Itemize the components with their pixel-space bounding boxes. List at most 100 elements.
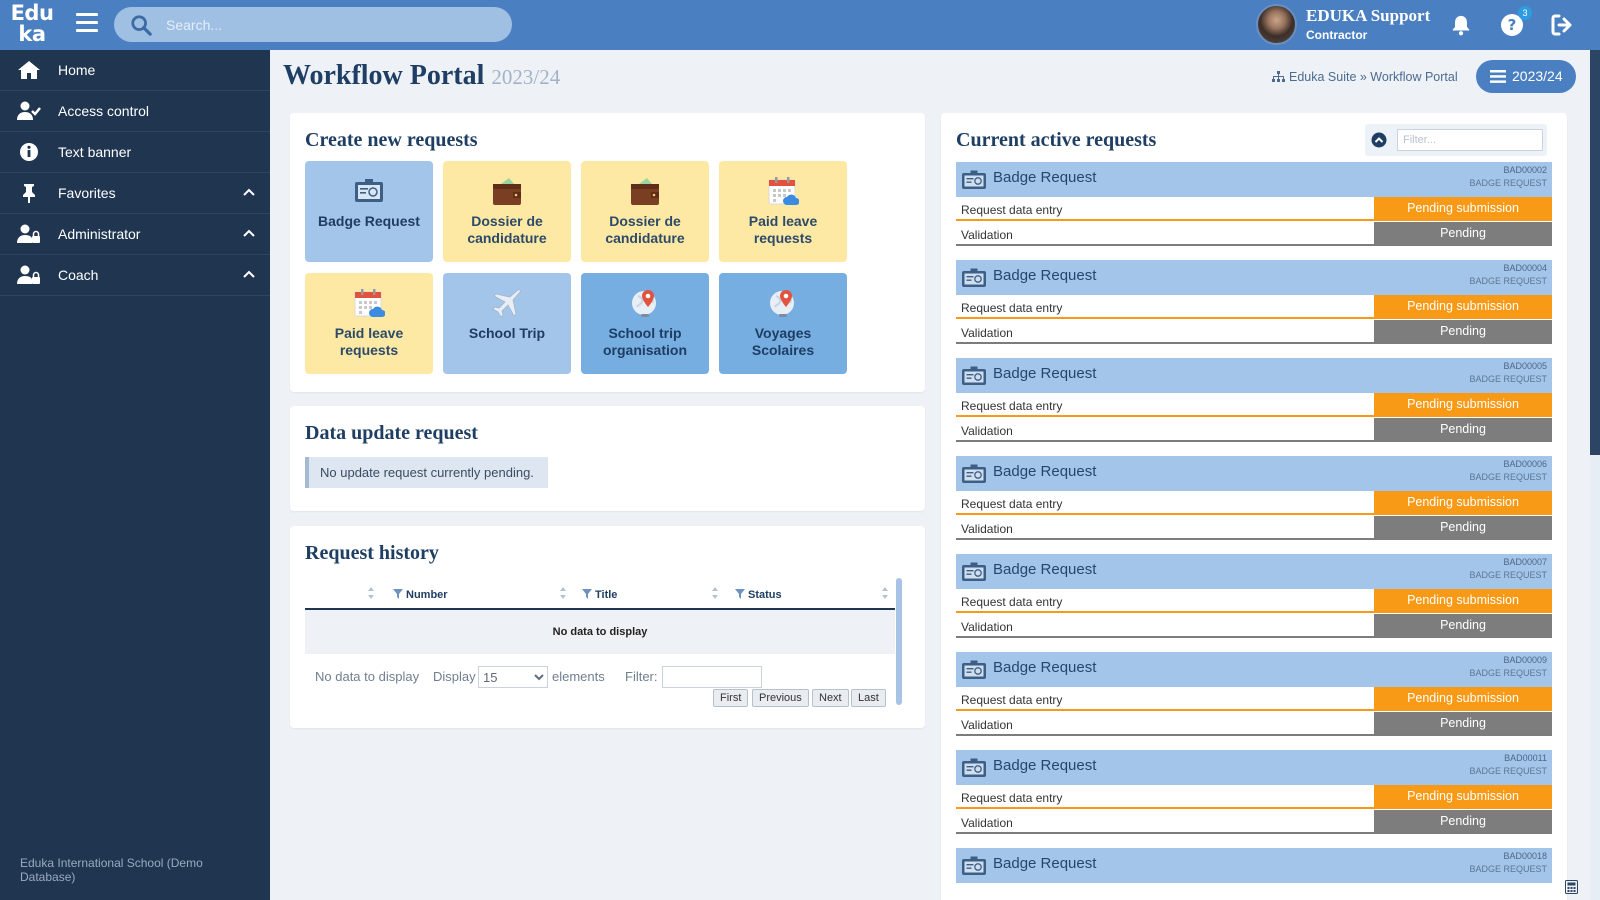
tile-school-trip[interactable]: School Trip bbox=[443, 273, 571, 374]
data-update-title: Data update request bbox=[305, 422, 478, 444]
sidebar-item-administrator[interactable]: Administrator bbox=[0, 214, 270, 255]
active-requests-panel: Current active requests Badge Request BAD… bbox=[941, 113, 1567, 900]
step-label: Request data entry bbox=[961, 595, 1063, 609]
request-step-row[interactable]: Request data entry Pending submission bbox=[956, 393, 1552, 417]
request-id: BAD00018 bbox=[1503, 851, 1547, 861]
page-title-year: 2023/24 bbox=[491, 65, 561, 89]
request-header[interactable]: Badge Request BAD00004 BADGE REQUEST bbox=[956, 260, 1552, 295]
sidebar-item-text-banner[interactable]: Text banner bbox=[0, 132, 270, 173]
tile-label: Voyages Scolaires bbox=[751, 325, 815, 358]
request-step-row[interactable]: Validation Pending bbox=[956, 418, 1552, 442]
first-page-button[interactable]: First bbox=[713, 689, 749, 707]
request-title: Badge Request bbox=[993, 267, 1097, 284]
request-step-row[interactable]: Validation Pending bbox=[956, 320, 1552, 344]
tile-voyages-scolaires[interactable]: Voyages Scolaires bbox=[719, 273, 847, 374]
sidebar-item-coach[interactable]: Coach bbox=[0, 255, 270, 296]
request-header[interactable]: Badge Request BAD00006 BADGE REQUEST bbox=[956, 456, 1552, 491]
history-empty-row: No data to display bbox=[305, 610, 895, 654]
menu-toggle-icon[interactable] bbox=[76, 13, 98, 33]
logout-icon[interactable] bbox=[1550, 13, 1574, 37]
breadcrumb[interactable]: Eduka Suite » Workflow Portal bbox=[1272, 70, 1458, 84]
request-step-row[interactable]: Request data entry Pending submission bbox=[956, 687, 1552, 711]
bell-icon[interactable] bbox=[1450, 13, 1472, 37]
last-page-button[interactable]: Last bbox=[851, 689, 886, 707]
filter-label: Filter: bbox=[625, 669, 658, 684]
sort-icon[interactable] bbox=[367, 586, 375, 600]
sidebar-item-access-control[interactable]: Access control bbox=[0, 91, 270, 132]
previous-page-button[interactable]: Previous bbox=[752, 689, 809, 707]
breadcrumb-text[interactable]: Eduka Suite » Workflow Portal bbox=[1289, 70, 1458, 84]
column-number[interactable]: Number bbox=[393, 589, 448, 601]
sidebar-item-home[interactable]: Home bbox=[0, 50, 270, 91]
request-step-row[interactable]: Request data entry Pending submission bbox=[956, 785, 1552, 809]
request-step-row[interactable]: Request data entry Pending submission bbox=[956, 589, 1552, 613]
sort-icon[interactable] bbox=[559, 586, 567, 600]
page-scrollbar-thumb[interactable] bbox=[1590, 50, 1600, 455]
svg-text:?: ? bbox=[1508, 16, 1517, 34]
active-request-card: Badge Request BAD00007 BADGE REQUEST Reques… bbox=[956, 554, 1552, 640]
chevron-up-icon[interactable] bbox=[243, 187, 255, 197]
request-title: Badge Request bbox=[993, 659, 1097, 676]
column-status[interactable]: Status bbox=[735, 589, 782, 601]
history-scrollbar[interactable] bbox=[896, 578, 902, 705]
tile-school-trip-organisation[interactable]: School trip organisation bbox=[581, 273, 709, 374]
request-step-row[interactable]: Validation Pending bbox=[956, 222, 1552, 246]
search-bar bbox=[114, 7, 512, 42]
chevron-up-icon[interactable] bbox=[243, 269, 255, 279]
tile-paid-leave-requests[interactable]: Paid leave requests bbox=[719, 161, 847, 262]
search-icon[interactable] bbox=[130, 14, 152, 36]
request-header[interactable]: Badge Request BAD00018 BADGE REQUEST bbox=[956, 848, 1552, 883]
tile-paid-leave-requests-2[interactable]: Paid leave requests bbox=[305, 273, 433, 374]
create-requests-title: Create new requests bbox=[305, 129, 478, 151]
column-title[interactable]: Title bbox=[582, 589, 617, 601]
avatar[interactable] bbox=[1256, 4, 1297, 45]
request-header[interactable]: Badge Request BAD00005 BADGE REQUEST bbox=[956, 358, 1552, 393]
active-request-card: Badge Request BAD00011 BADGE REQUEST Reques… bbox=[956, 750, 1552, 836]
help-count-badge: 3 bbox=[1518, 6, 1532, 20]
school-year-button[interactable]: 2023/24 bbox=[1476, 60, 1576, 93]
next-page-button[interactable]: Next bbox=[812, 689, 849, 707]
request-header[interactable]: Badge Request BAD00007 BADGE REQUEST bbox=[956, 554, 1552, 589]
sort-icon[interactable] bbox=[881, 586, 889, 600]
sidebar-item-label: Administrator bbox=[58, 226, 141, 242]
request-step-row[interactable]: Validation Pending bbox=[956, 810, 1552, 834]
collapse-icon[interactable] bbox=[1371, 132, 1387, 148]
sort-icon[interactable] bbox=[711, 586, 719, 600]
search-input[interactable] bbox=[166, 7, 496, 42]
history-filter-input[interactable] bbox=[662, 666, 762, 688]
calculator-icon[interactable] bbox=[1565, 880, 1578, 894]
status-badge: Pending submission bbox=[1374, 589, 1552, 611]
tile-dossier-de-candidature-2[interactable]: Dossier de candidature bbox=[581, 161, 709, 262]
badge-icon bbox=[355, 179, 383, 202]
request-step-row[interactable]: Validation Pending bbox=[956, 614, 1552, 638]
request-step-row[interactable]: Request data entry Pending submission bbox=[956, 491, 1552, 515]
chevron-up-icon[interactable] bbox=[243, 228, 255, 238]
data-update-panel: Data update request No update request cu… bbox=[290, 406, 925, 511]
page-title-text: Workflow Portal bbox=[283, 60, 485, 91]
request-title: Badge Request bbox=[993, 365, 1097, 382]
user-name[interactable]: EDUKA Support bbox=[1306, 6, 1430, 26]
badge-icon bbox=[962, 660, 986, 679]
filter-icon[interactable] bbox=[735, 589, 745, 599]
filter-icon[interactable] bbox=[393, 589, 403, 599]
request-id: BAD00004 bbox=[1503, 263, 1547, 273]
request-header[interactable]: Badge Request BAD00011 BADGE REQUEST bbox=[956, 750, 1552, 785]
request-step-row[interactable]: Validation Pending bbox=[956, 516, 1552, 540]
sidebar-item-favorites[interactable]: Favorites bbox=[0, 173, 270, 214]
request-header[interactable]: Badge Request BAD00002 BADGE REQUEST bbox=[956, 162, 1552, 197]
filter-icon[interactable] bbox=[582, 589, 592, 599]
request-step-row[interactable]: Request data entry Pending submission bbox=[956, 295, 1552, 319]
request-step-row[interactable]: Validation Pending bbox=[956, 712, 1552, 736]
status-badge: Pending submission bbox=[1374, 491, 1552, 513]
step-label: Validation bbox=[961, 424, 1013, 438]
request-title: Badge Request bbox=[993, 855, 1097, 872]
request-header[interactable]: Badge Request BAD00009 BADGE REQUEST bbox=[956, 652, 1552, 687]
page-size-select[interactable]: 15 bbox=[478, 666, 548, 688]
request-type: BADGE REQUEST bbox=[1469, 766, 1547, 776]
request-type: BADGE REQUEST bbox=[1469, 864, 1547, 874]
request-step-row[interactable]: Request data entry Pending submission bbox=[956, 197, 1552, 221]
tile-dossier-de-candidature[interactable]: Dossier de candidature bbox=[443, 161, 571, 262]
active-filter-input[interactable] bbox=[1397, 129, 1543, 151]
eduka-logo[interactable]: Edu ka bbox=[10, 3, 54, 45]
tile-badge-request[interactable]: Badge Request bbox=[305, 161, 433, 262]
